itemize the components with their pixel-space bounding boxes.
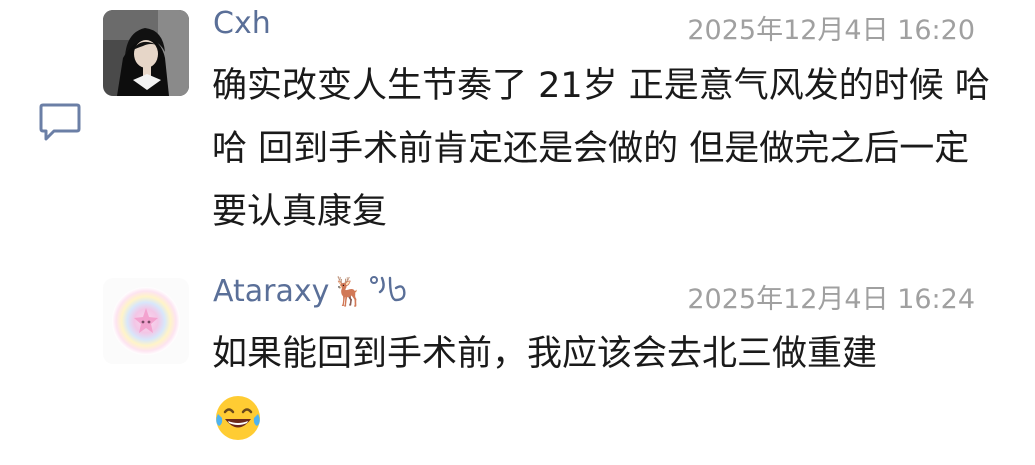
avatar[interactable] xyxy=(103,278,189,364)
timestamp: 2025年12月4日 16:20 xyxy=(687,15,975,46)
comment-item: Cxh 2025年12月4日 16:20 确实改变人生节奏了 21岁 正是意气风… xyxy=(0,0,1035,253)
username[interactable]: Ataraxy🦌 xyxy=(213,274,412,309)
comment-text: 确实改变人生节奏了 21岁 正是意气风发的时候 哈哈 回到手术前肯定还是会做的 … xyxy=(212,66,990,232)
username-text: Ataraxy xyxy=(213,274,330,309)
timestamp: 2025年12月4日 16:24 xyxy=(687,284,975,315)
comment-item: Ataraxy🦌 2025年12月4日 16:24 如果能回到手术前，我应该会去… xyxy=(0,253,1035,444)
comment-text-content: 如果能回到手术前，我应该会去北三做重建 xyxy=(212,334,878,374)
deer-icon: 🦌 xyxy=(331,275,367,308)
curl-decoration-icon xyxy=(370,276,406,302)
laughing-tears-emoji-icon xyxy=(212,392,264,444)
comment-text: 如果能回到手术前，我应该会去北三做重建 xyxy=(212,323,1012,449)
username-text: Cxh xyxy=(213,6,271,41)
avatar[interactable] xyxy=(103,10,189,96)
username[interactable]: Cxh xyxy=(213,6,271,41)
